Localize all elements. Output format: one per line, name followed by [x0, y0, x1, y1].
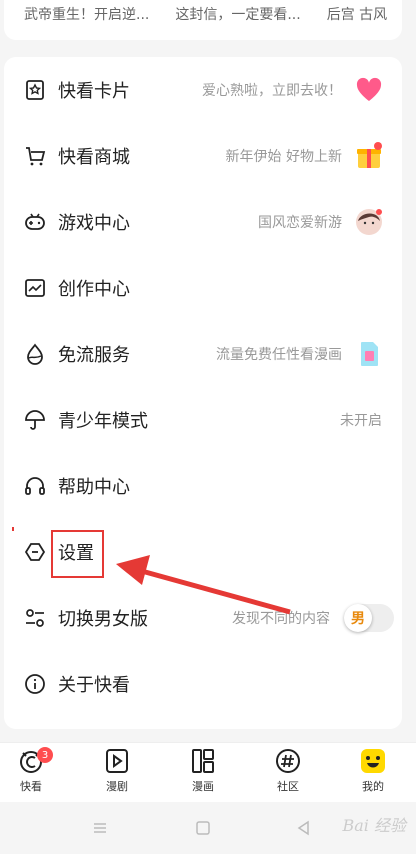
menu-icon[interactable] [92, 820, 108, 836]
recent-item[interactable]: 后宫 古风 [327, 4, 387, 24]
menu-item-games[interactable]: 游戏中心 国风恋爱新游 [4, 189, 402, 255]
nav-tab-kuaikan[interactable]: 快看 3 [1, 747, 61, 801]
nav-label: 漫画 [192, 780, 214, 793]
smiley-face-icon [359, 747, 387, 775]
gift-icon [354, 141, 384, 171]
menu-label: 青少年模式 [58, 411, 148, 432]
comic-panels-icon [189, 747, 217, 775]
menu-hint: 新年伊始 好物上新 [225, 149, 342, 165]
menu-item-store[interactable]: 快看商城 新年伊始 好物上新 [4, 123, 402, 189]
nav-label: 社区 [277, 780, 299, 793]
menu-item-cards[interactable]: 快看卡片 爱心熟啦，立即去收！ [4, 57, 402, 123]
menu-hint: 未开启 [340, 413, 382, 429]
hashtag-icon [274, 747, 302, 775]
toggle-knob: 男 [344, 604, 372, 632]
nav-tab-manju[interactable]: 漫剧 [87, 747, 147, 801]
menu-item-free-data[interactable]: 免流服务 流量免费任性看漫画 [4, 321, 402, 387]
nav-label: 我的 [362, 780, 384, 793]
menu-item-help[interactable]: 帮助中心 [4, 453, 402, 519]
drop-icon [24, 343, 46, 365]
sim-icon [354, 339, 384, 369]
menu-item-teen-mode[interactable]: 青少年模式 未开启 [4, 387, 402, 453]
avatar-icon [354, 207, 384, 237]
menu-label: 免流服务 [58, 345, 130, 366]
menu-hint: 流量免费任性看漫画 [216, 347, 342, 363]
recent-item[interactable]: 武帝重生！开启逆... [24, 4, 149, 24]
annotation-dot [12, 527, 14, 531]
nav-tab-comics[interactable]: 漫画 [173, 747, 233, 801]
cart-icon [24, 145, 46, 167]
menu-hint: 爱心熟啦，立即去收！ [202, 83, 342, 99]
menu-item-creator[interactable]: 创作中心 [4, 255, 402, 321]
recent-reads-row: 武帝重生！开启逆... 这封信，一定要看... 后宫 古风 [24, 4, 402, 24]
annotation-highlight-box [51, 530, 104, 578]
nav-label: 快看 [20, 780, 42, 793]
info-icon [24, 673, 46, 695]
settings-icon [24, 541, 46, 563]
back-icon[interactable] [296, 820, 312, 836]
system-nav-bar: Bai 经验 [0, 802, 416, 854]
umbrella-icon [24, 409, 46, 431]
recent-item[interactable]: 这封信，一定要看... [175, 4, 300, 24]
recent-reads-card: 武帝重生！开启逆... 这封信，一定要看... 后宫 古风 [4, 0, 402, 40]
nav-tab-mine[interactable]: 我的 [343, 747, 403, 801]
menu-card: 快看卡片 爱心熟啦，立即去收！ 快看商城 新年伊始 好物上新 游戏中心 国风恋爱… [4, 57, 402, 729]
menu-label: 切换男女版 [58, 609, 148, 630]
heart-icon [354, 75, 384, 105]
home-icon[interactable] [195, 820, 211, 836]
menu-label: 游戏中心 [58, 213, 130, 234]
notification-badge: 3 [37, 747, 53, 763]
menu-hint: 国风恋爱新游 [258, 215, 342, 231]
gamepad-icon [24, 211, 46, 233]
gender-toggle[interactable]: 男 [344, 604, 394, 632]
switch-icon [24, 607, 46, 629]
watermark: Bai 经验 [342, 816, 406, 835]
menu-label: 关于快看 [58, 675, 130, 696]
headset-icon [24, 475, 46, 497]
menu-item-gender-switch[interactable]: 切换男女版 发现不同的内容 男 [4, 585, 402, 651]
card-icon [24, 79, 46, 101]
menu-label: 快看商城 [58, 147, 130, 168]
menu-label: 快看卡片 [58, 81, 130, 102]
menu-label: 创作中心 [58, 279, 130, 300]
menu-label: 帮助中心 [58, 477, 130, 498]
play-icon [103, 747, 131, 775]
bottom-nav: 快看 3 漫剧 漫画 社区 我的 [0, 742, 416, 802]
nav-tab-community[interactable]: 社区 [258, 747, 318, 801]
menu-item-about[interactable]: 关于快看 [4, 651, 402, 717]
chart-icon [24, 277, 46, 299]
nav-label: 漫剧 [106, 780, 128, 793]
menu-hint: 发现不同的内容 [232, 611, 330, 627]
